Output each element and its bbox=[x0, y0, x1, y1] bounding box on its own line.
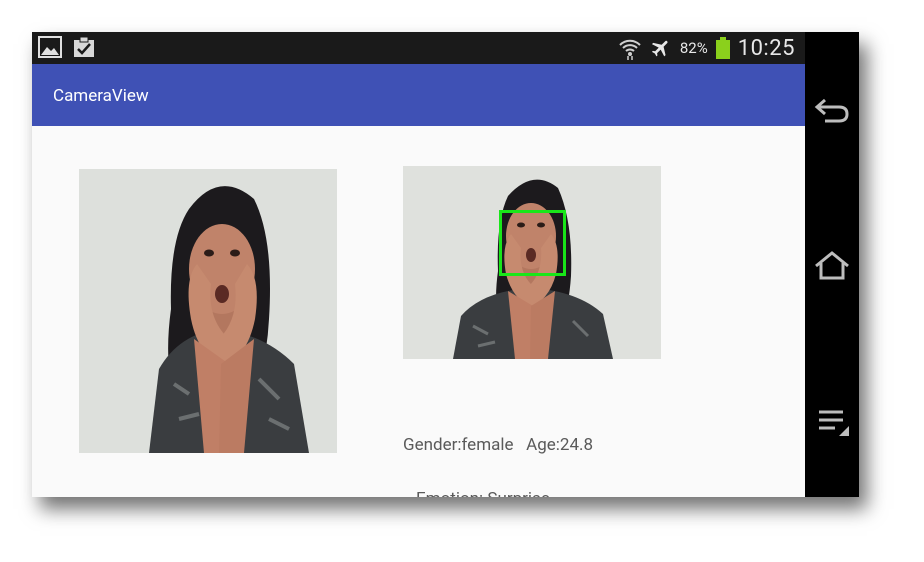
android-device: 82% 10:25 CameraView Gender:female Age:2… bbox=[32, 32, 859, 497]
navigation-bar bbox=[805, 32, 859, 497]
battery-percent: 82% bbox=[679, 39, 708, 57]
battery-icon bbox=[715, 37, 730, 59]
back-icon[interactable] bbox=[813, 94, 851, 126]
gallery-icon bbox=[38, 36, 62, 58]
source-photo bbox=[79, 169, 337, 453]
gender-age-text: Gender:female Age:24.8 bbox=[403, 435, 594, 455]
status-left-icons bbox=[38, 36, 96, 58]
menu-icon[interactable] bbox=[813, 406, 851, 438]
airplane-icon bbox=[651, 40, 668, 57]
clipboard-check-icon bbox=[74, 36, 94, 57]
main-content: Gender:female Age:24.8 Emotion: Surprise bbox=[32, 126, 805, 497]
screen: 82% 10:25 CameraView Gender:female Age:2… bbox=[32, 32, 805, 497]
home-icon[interactable] bbox=[813, 250, 851, 282]
emotion-text: Emotion: Surprise bbox=[416, 489, 550, 497]
app-bar: CameraView bbox=[32, 64, 805, 126]
detection-photo bbox=[403, 166, 661, 359]
face-detection-box bbox=[499, 210, 566, 276]
status-right: 82% 10:25 bbox=[618, 32, 795, 64]
clock: 10:25 bbox=[737, 35, 795, 61]
status-bar: 82% 10:25 bbox=[32, 32, 805, 64]
wifi-icon bbox=[619, 39, 641, 60]
app-title: CameraView bbox=[53, 86, 149, 106]
